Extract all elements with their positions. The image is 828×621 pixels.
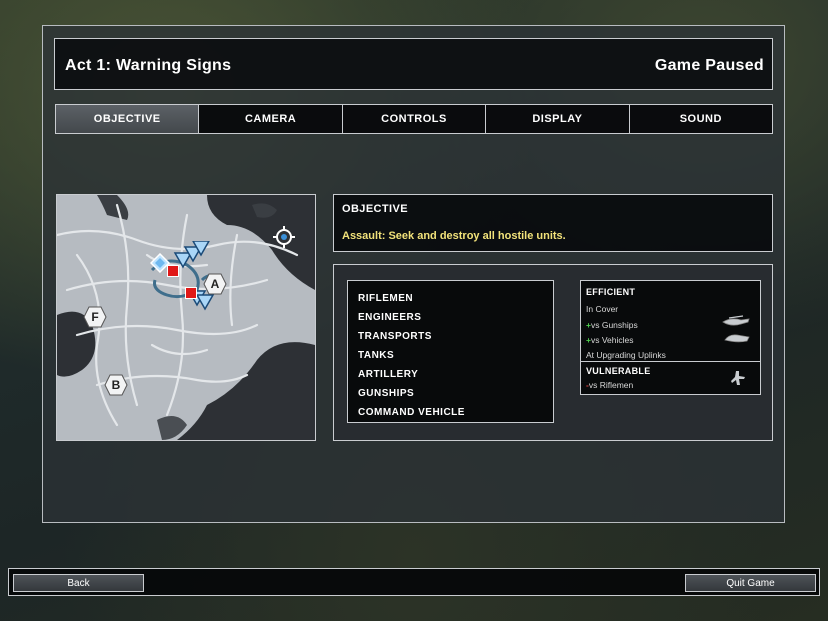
tab-sound[interactable]: SOUND <box>628 104 774 134</box>
menu-tabs: OBJECTIVE CAMERA CONTROLS DISPLAY SOUND <box>55 104 774 134</box>
marker-f-label: F <box>91 310 99 324</box>
marker-f-icon: F <box>83 306 107 328</box>
efficiency-box: EFFICIENT In Cover +vs Gunships +vs Vehi… <box>580 280 761 395</box>
efficient-row: +vs Vehicles <box>586 335 634 345</box>
locate-icon[interactable] <box>272 225 296 249</box>
unit-item-gunships[interactable]: GUNSHIPS <box>348 384 553 403</box>
minimap[interactable]: A F B <box>56 194 316 441</box>
unit-item-transports[interactable]: TRANSPORTS <box>348 327 553 346</box>
tab-camera[interactable]: CAMERA <box>198 104 343 134</box>
vulnerable-heading: VULNERABLE <box>586 366 651 376</box>
efficient-row: At Upgrading Uplinks <box>586 350 666 360</box>
title-bar: Act 1: Warning Signs Game Paused <box>54 38 773 90</box>
quit-game-button[interactable]: Quit Game <box>685 574 816 592</box>
unit-item-tanks[interactable]: TANKS <box>348 346 553 365</box>
marker-a-icon: A <box>203 273 227 295</box>
unit-item-artillery[interactable]: ARTILLERY <box>348 365 553 384</box>
efficient-row-text: In Cover <box>586 304 619 314</box>
efficiency-divider <box>581 361 760 362</box>
unit-item-command-vehicle[interactable]: COMMAND VEHICLE <box>348 403 553 422</box>
efficient-row-text: vs Gunships <box>590 320 638 330</box>
tab-display[interactable]: DISPLAY <box>485 104 630 134</box>
objective-text: Assault: Seek and destroy all hostile un… <box>342 230 566 242</box>
unit-list: RIFLEMEN ENGINEERS TRANSPORTS TANKS ARTI… <box>347 280 554 423</box>
pause-status: Game Paused <box>654 57 764 74</box>
vulnerable-row: -vs Riflemen <box>586 380 633 390</box>
bottom-bar: Back Quit Game <box>8 568 820 596</box>
objective-box: OBJECTIVE Assault: Seek and destroy all … <box>333 194 773 252</box>
marker-b-label: B <box>111 378 121 392</box>
back-button[interactable]: Back <box>13 574 144 592</box>
unit-item-riflemen[interactable]: RIFLEMEN <box>348 289 553 308</box>
unit-info-panel: RIFLEMEN ENGINEERS TRANSPORTS TANKS ARTI… <box>333 264 773 441</box>
rifleman-icon <box>729 369 747 387</box>
objective-title: OBJECTIVE <box>342 203 408 215</box>
vulnerable-row-text: vs Riflemen <box>588 380 634 390</box>
unit-item-engineers[interactable]: ENGINEERS <box>348 308 553 327</box>
efficient-row: +vs Gunships <box>586 320 638 330</box>
vehicle-icon <box>723 331 751 345</box>
tab-controls[interactable]: CONTROLS <box>341 104 487 134</box>
gunship-icon <box>721 314 751 330</box>
efficient-row-text: At Upgrading Uplinks <box>586 350 666 360</box>
enemy-flag-icon <box>167 265 179 277</box>
efficient-heading: EFFICIENT <box>586 287 636 297</box>
mission-title: Act 1: Warning Signs <box>65 57 232 74</box>
marker-a-label: A <box>210 277 220 291</box>
enemy-flag-icon <box>185 287 197 299</box>
tab-objective[interactable]: OBJECTIVE <box>55 104 200 134</box>
efficient-row-text: vs Vehicles <box>590 335 634 345</box>
marker-b-icon: B <box>104 374 128 396</box>
efficient-row: In Cover <box>586 304 618 314</box>
